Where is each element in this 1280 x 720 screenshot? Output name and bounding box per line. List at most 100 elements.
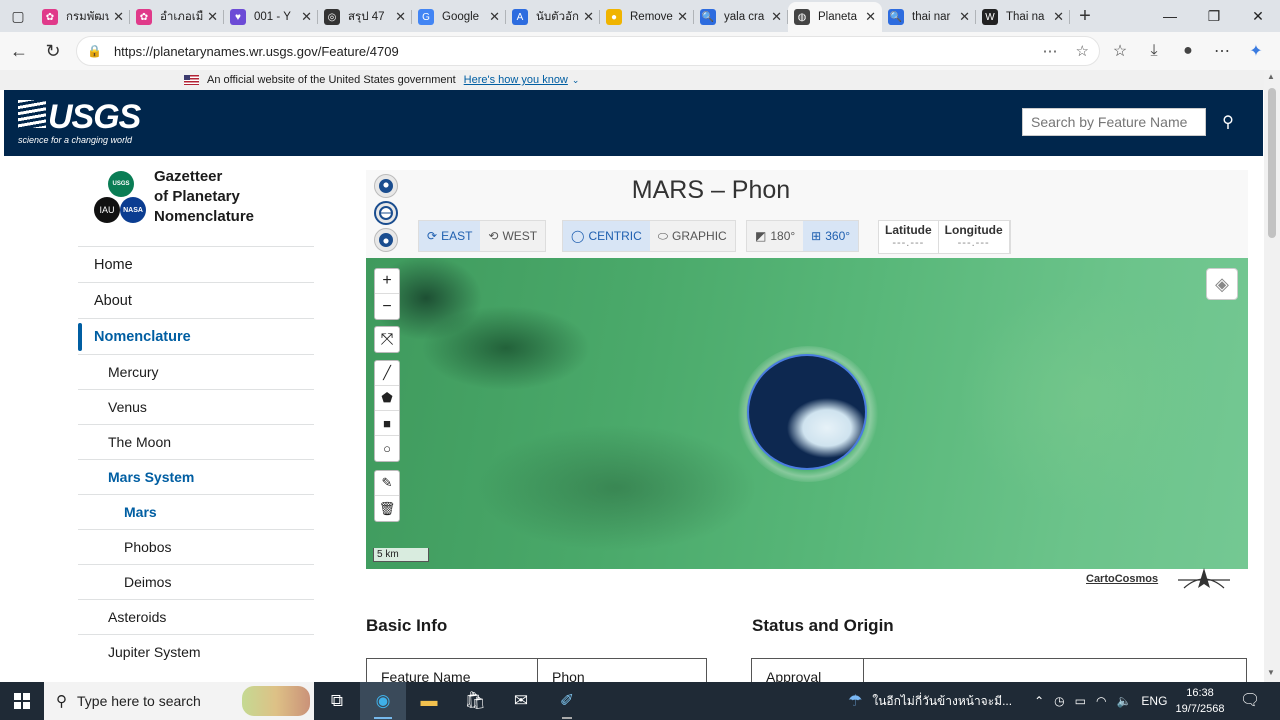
back-icon[interactable]: ←	[2, 34, 36, 68]
range-360-button[interactable]: ⊞ 360°	[803, 221, 859, 251]
weather-icon[interactable]: ☂	[848, 691, 862, 711]
sidebar-item-deimos[interactable]: Deimos	[78, 564, 314, 599]
draw-rectangle-icon[interactable]: ■	[375, 411, 399, 436]
browser-tab[interactable]: 🔍 thai nar ✕	[882, 2, 976, 32]
sidebar-item-about[interactable]: About	[78, 282, 314, 318]
tab-close-icon[interactable]: ✕	[301, 9, 312, 25]
url-field[interactable]: 🔒 https://planetarynames.wr.usgs.gov/Fea…	[76, 36, 1100, 66]
range-180-button[interactable]: ◩ 180°	[747, 221, 803, 251]
volume-icon[interactable]: 🔈	[1116, 694, 1131, 708]
start-button[interactable]	[0, 682, 44, 720]
browser-tab[interactable]: ✿ กรมพัฒนา✕	[36, 2, 130, 32]
south-polar-projection-button[interactable]	[374, 228, 398, 252]
fullscreen-icon[interactable]: ⤧	[375, 327, 399, 352]
edge-browser-icon[interactable]: ◉	[360, 682, 406, 720]
new-tab-button[interactable]: +	[1070, 5, 1100, 28]
copilot-icon[interactable]: ✦	[1244, 41, 1268, 61]
browser-tab[interactable]: A นับตัวอักษร ✕	[506, 2, 600, 32]
feature-outline-circle[interactable]	[747, 354, 867, 470]
weather-text[interactable]: ในอีกไม่กี่วันข้างหน้าจะมี...	[872, 692, 1012, 711]
tab-close-icon[interactable]: ✕	[959, 9, 970, 25]
tab-actions-icon[interactable]: ▢	[0, 0, 36, 32]
layers-icon[interactable]: ◈	[1206, 268, 1238, 300]
browser-tab[interactable]: ◎ สรุป 47 ✕	[318, 2, 412, 32]
browser-tab[interactable]: ✿ อำเภอเมือง✕	[130, 2, 224, 32]
sidebar-item-phobos[interactable]: Phobos	[78, 529, 314, 564]
taskbar-search[interactable]: ⚲ Type here to search	[44, 682, 314, 720]
close-icon[interactable]: ✕	[1236, 0, 1280, 32]
refresh-icon[interactable]: ↻	[36, 34, 70, 68]
tab-close-icon[interactable]: ✕	[771, 9, 782, 25]
sidebar-item-the-moon[interactable]: The Moon	[78, 424, 314, 459]
tab-close-icon[interactable]: ✕	[1053, 9, 1064, 25]
favorites-icon[interactable]: ☆	[1108, 41, 1132, 61]
sidebar-item-mars[interactable]: Mars	[78, 494, 314, 529]
language-indicator[interactable]: ENG	[1141, 694, 1167, 708]
sidebar-item-venus[interactable]: Venus	[78, 389, 314, 424]
browser-tab[interactable]: W Thai na ✕	[976, 2, 1070, 32]
graphic-button[interactable]: ⬭ GRAPHIC	[650, 221, 735, 251]
trash-icon[interactable]: 🗑	[375, 496, 399, 521]
sidebar-item-asteroids[interactable]: Asteroids	[78, 599, 314, 634]
clock-time: 16:38	[1186, 687, 1214, 699]
centric-button[interactable]: ◯ CENTRIC	[563, 221, 650, 251]
search-icon[interactable]: ⚲	[1216, 108, 1240, 136]
read-aloud-icon[interactable]: ⋯	[1043, 42, 1058, 60]
profile-avatar-icon[interactable]: ●	[1176, 42, 1200, 60]
sidebar-item-mars-system[interactable]: Mars System	[78, 459, 314, 494]
scroll-up-icon[interactable]: ▲	[1267, 72, 1275, 81]
tab-close-icon[interactable]: ✕	[865, 9, 876, 25]
paint-app-icon[interactable]: ✐	[544, 682, 590, 720]
task-view-icon[interactable]: ⧉	[314, 682, 360, 720]
sidebar-item-home[interactable]: Home	[78, 246, 314, 282]
scrollbar-thumb[interactable]	[1268, 88, 1276, 238]
gov-banner-link[interactable]: Here's how you know	[464, 74, 568, 86]
west-button[interactable]: ⟲ WEST	[480, 221, 545, 251]
cartocosmos-link[interactable]: CartoCosmos	[1086, 573, 1158, 585]
tab-close-icon[interactable]: ✕	[583, 9, 594, 25]
notification-icon[interactable]: 🗨	[1240, 690, 1260, 710]
favorite-star-icon[interactable]: ☆	[1076, 42, 1089, 60]
east-button[interactable]: ⟳ EAST	[419, 221, 481, 251]
sidebar-item-mercury[interactable]: Mercury	[78, 354, 314, 389]
file-explorer-icon[interactable]: ▬	[406, 682, 452, 720]
battery-icon[interactable]: ▭	[1075, 694, 1086, 708]
meet-now-icon[interactable]: ◷	[1054, 694, 1064, 708]
tab-favicon-icon: ✿	[136, 9, 152, 25]
tab-close-icon[interactable]: ✕	[489, 9, 500, 25]
minimize-icon[interactable]: —	[1148, 0, 1192, 32]
browser-tab[interactable]: 🔍 yala cra ✕	[694, 2, 788, 32]
cylindrical-projection-button[interactable]	[374, 201, 398, 225]
usgs-logo[interactable]: USGS science for a changing world	[18, 100, 141, 145]
store-icon[interactable]: 🛍	[452, 682, 498, 720]
tab-close-icon[interactable]: ✕	[395, 9, 406, 25]
draw-circle-icon[interactable]: ○	[375, 436, 399, 461]
sidebar-item-jupiter-system[interactable]: Jupiter System	[78, 634, 314, 669]
draw-polygon-icon[interactable]: ⬟	[375, 386, 399, 411]
north-polar-projection-button[interactable]	[374, 174, 398, 198]
planetary-map[interactable]: + − ⤧ ╱ ⬟ ■ ○ ✎ 🗑 ◈ 5 km	[366, 258, 1248, 569]
tab-close-icon[interactable]: ✕	[677, 9, 688, 25]
edit-layers-icon[interactable]: ✎	[375, 471, 399, 496]
zoom-out-button[interactable]: −	[375, 294, 399, 319]
browser-tab[interactable]: ● Remove ✕	[600, 2, 694, 32]
taskbar-clock[interactable]: 16:38 19/7/2568	[1168, 685, 1232, 717]
wifi-icon[interactable]: ◠	[1096, 694, 1106, 708]
tab-close-icon[interactable]: ✕	[207, 9, 218, 25]
feature-search-input[interactable]: Search by Feature Name	[1022, 108, 1206, 136]
restore-icon[interactable]: ❐	[1192, 0, 1236, 32]
scroll-down-icon[interactable]: ▼	[1267, 668, 1275, 677]
sidebar-item-nomenclature[interactable]: Nomenclature	[78, 318, 314, 354]
zoom-in-button[interactable]: +	[375, 269, 399, 294]
gazetteer-title-block[interactable]: USGS IAU NASA Gazetteer of Planetary Nom…	[94, 168, 314, 226]
mail-icon[interactable]: ✉	[498, 682, 544, 720]
browser-tab[interactable]: G Google ✕	[412, 2, 506, 32]
downloads-icon[interactable]: ⤓	[1142, 42, 1166, 60]
browser-tab[interactable]: ◍ Planeta ✕	[788, 2, 882, 32]
more-menu-icon[interactable]: ⋯	[1210, 41, 1234, 61]
draw-line-icon[interactable]: ╱	[375, 361, 399, 386]
browser-tab[interactable]: ♥ 001 - Y ✕	[224, 2, 318, 32]
page-scrollbar[interactable]: ▲ ▼	[1264, 70, 1280, 682]
tab-close-icon[interactable]: ✕	[113, 9, 124, 25]
chevron-up-icon[interactable]: ⌃	[1034, 694, 1044, 708]
